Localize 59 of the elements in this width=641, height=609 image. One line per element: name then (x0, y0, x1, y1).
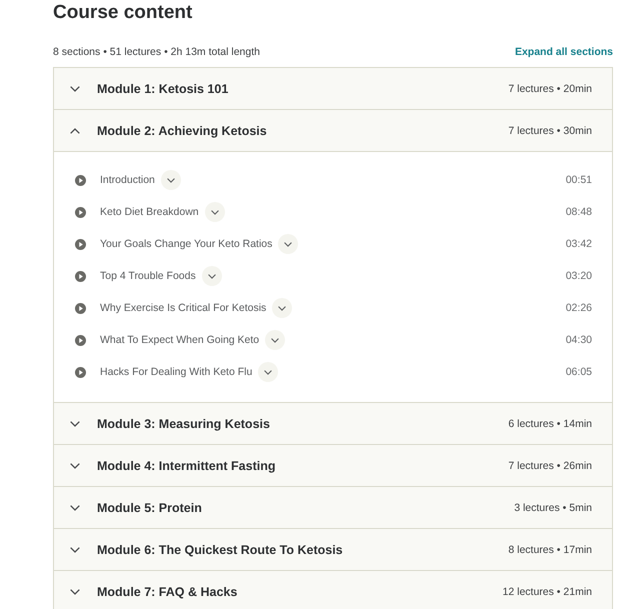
lecture-duration: 03:20 (566, 270, 592, 282)
section-meta: 7 lectures • 30min (508, 124, 592, 136)
section-heading: Course content (53, 1, 194, 25)
section-meta: 8 lectures • 17min (508, 544, 592, 556)
lecture-title: Top 4 Trouble Foods (100, 270, 196, 282)
expand-button[interactable] (160, 170, 181, 190)
section-title: Module 7: FAQ & Hacks (97, 584, 238, 598)
lecture-duration: 02:26 (566, 302, 592, 314)
expand-button[interactable] (265, 330, 286, 350)
course-summary: 8 sections • 51 lectures • 2h 13m total length (53, 45, 260, 60)
play-icon (75, 206, 86, 218)
play-icon (75, 238, 86, 250)
lecture-title: What To Expect When Going Keto (100, 334, 260, 346)
section-meta: 12 lectures • 21min (502, 586, 592, 598)
caret-icon (271, 338, 280, 342)
lecture-title: Keto Diet Breakdown (100, 206, 199, 218)
section-meta: 7 lectures • 20min (508, 82, 592, 94)
play-icon (75, 174, 86, 186)
section-title: Module 6: The Quickest Route To Ketosis (97, 542, 343, 556)
caret-icon (166, 178, 175, 182)
section-header[interactable]: Module 6: The Quickest Route To Ketosis 8 lectures • 17min (54, 529, 612, 571)
section-header[interactable]: Module 3: Measuring Ketosis 6 lectures • 14min (54, 403, 612, 445)
section-header[interactable]: Module 7: FAQ & Hacks 12 lectures • 21min (54, 571, 612, 609)
expand-button[interactable] (272, 298, 292, 318)
lecture-duration: 08:48 (566, 206, 592, 218)
play-icon (75, 366, 86, 378)
section-title: Module 3: Measuring Ketosis (97, 416, 270, 430)
lecture-duration: 00:51 (566, 174, 592, 186)
play-icon (75, 302, 86, 314)
lecture-title: Why Exercise Is Critical For Ketosis (100, 302, 266, 314)
caret-icon (208, 274, 216, 278)
expand-button[interactable] (204, 202, 225, 222)
expand-button[interactable] (278, 234, 298, 254)
caret-icon (284, 242, 292, 246)
lecture-title: Introduction (100, 174, 155, 186)
section-title: Module 1: Ketosis 101 (97, 82, 228, 96)
section-title: Module 2: Achieving Ketosis (97, 124, 267, 138)
section-meta: 3 lectures • 5min (514, 502, 592, 514)
lecture-duration: 03:42 (566, 238, 592, 250)
section-header[interactable]: Module 4: Intermittent Fasting 7 lectures • 26min (54, 445, 612, 487)
section-header[interactable]: Module 2: Achieving Ketosis 7 lectures • 30min (54, 110, 612, 152)
expand-button[interactable] (258, 362, 278, 382)
section-title: Module 4: Intermittent Fasting (97, 458, 276, 472)
section-meta: 6 lectures • 14min (508, 418, 592, 430)
section-title: Module 5: Protein (97, 500, 202, 514)
section-header[interactable]: Module 1: Ketosis 101 7 lectures • 20min (54, 68, 612, 110)
section-header[interactable]: Module 5: Protein 3 lectures • 5min (54, 487, 612, 529)
expand-button[interactable] (202, 266, 222, 286)
caret-icon (278, 306, 286, 310)
expand-all-link[interactable]: Expand all sections (514, 44, 613, 60)
play-icon (75, 270, 86, 282)
lecture-duration: 06:05 (566, 366, 592, 378)
lecture-duration: 04:30 (566, 334, 592, 346)
caret-icon (264, 370, 272, 374)
section-meta: 7 lectures • 26min (508, 460, 592, 472)
lecture-title: Your Goals Change Your Keto Ratios (100, 238, 272, 250)
caret-icon (210, 210, 219, 214)
lecture-title: Hacks For Dealing With Keto Flu (100, 366, 252, 378)
play-icon (75, 334, 86, 346)
